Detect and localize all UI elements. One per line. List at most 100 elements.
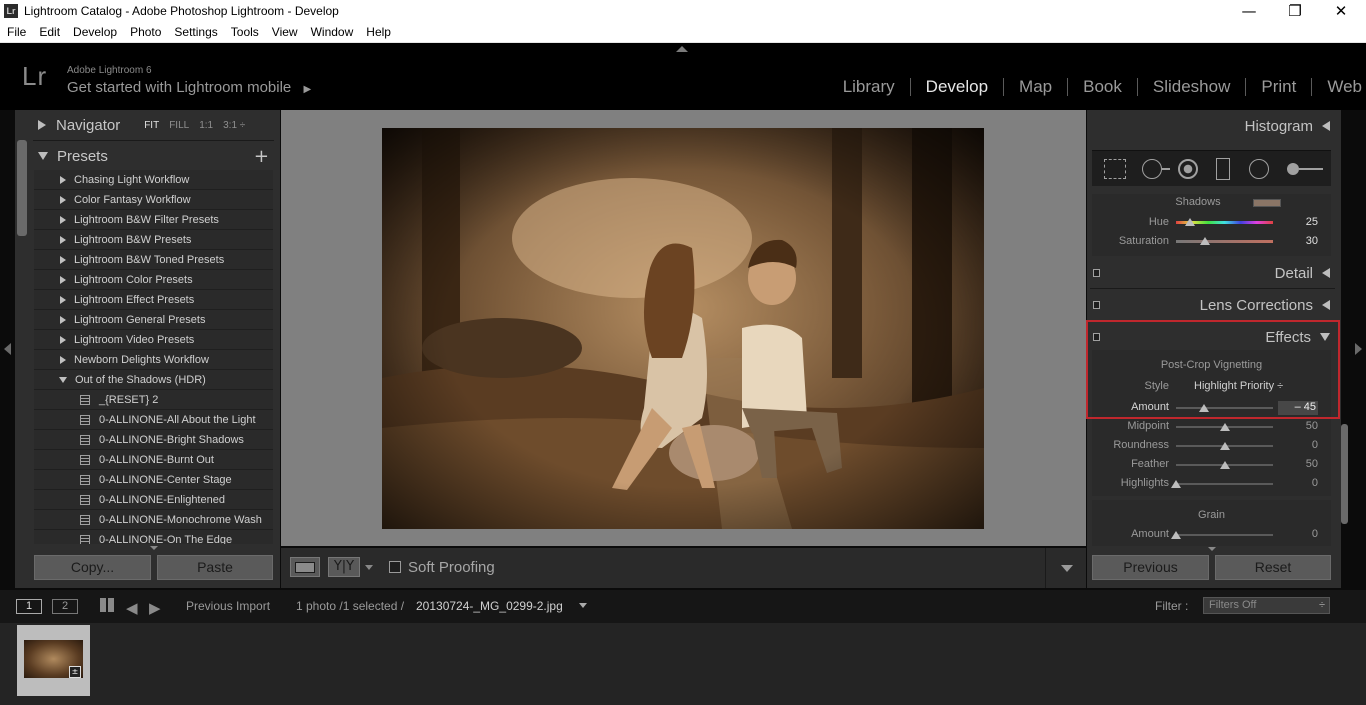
menu-help[interactable]: Help bbox=[359, 23, 397, 42]
zoom-1-1[interactable]: 1:1 bbox=[199, 120, 213, 131]
paste-button[interactable]: Paste bbox=[157, 555, 273, 580]
toolbar-menu-icon[interactable] bbox=[1061, 565, 1073, 572]
panel-toggle-switch[interactable] bbox=[1093, 269, 1100, 277]
roundness-slider-thumb[interactable] bbox=[1219, 442, 1230, 450]
highlights-value[interactable]: 0 bbox=[1288, 477, 1318, 489]
saturation-value[interactable]: 30 bbox=[1288, 235, 1318, 247]
zoom-3-1[interactable]: 3:1 ÷ bbox=[223, 120, 245, 131]
module-develop[interactable]: Develop bbox=[911, 77, 1003, 97]
menu-view[interactable]: View bbox=[265, 23, 304, 42]
module-slideshow[interactable]: Slideshow bbox=[1138, 77, 1246, 97]
menu-tools[interactable]: Tools bbox=[224, 23, 265, 42]
shadow-color-swatch[interactable] bbox=[1253, 199, 1281, 207]
histogram-header[interactable]: Histogram bbox=[1090, 116, 1335, 136]
preset-item[interactable]: 0-ALLINONE-On The Edge bbox=[34, 530, 273, 544]
saturation-slider-thumb[interactable] bbox=[1200, 237, 1211, 245]
preset-item[interactable]: 0-ALLINONE-Enlightened bbox=[34, 490, 273, 510]
midpoint-slider-thumb[interactable] bbox=[1219, 423, 1230, 431]
zoom-fill[interactable]: FILL bbox=[169, 120, 189, 131]
source-label[interactable]: Previous Import bbox=[186, 599, 270, 613]
preset-folder[interactable]: Lightroom B&W Filter Presets bbox=[34, 210, 273, 230]
menu-photo[interactable]: Photo bbox=[123, 23, 167, 42]
module-book[interactable]: Book bbox=[1068, 77, 1137, 97]
filename[interactable]: 20130724-_MG_0299-2.jpg bbox=[416, 599, 563, 613]
preset-item[interactable]: 0-ALLINONE-Center Stage bbox=[34, 470, 273, 490]
grain-amount-slider-thumb[interactable] bbox=[1171, 531, 1181, 539]
adjustment-brush-icon[interactable] bbox=[1287, 163, 1299, 175]
module-library[interactable]: Library bbox=[828, 77, 910, 97]
module-print[interactable]: Print bbox=[1246, 77, 1311, 97]
mobile-prompt[interactable]: Get started with Lightroom mobile ▶ bbox=[67, 79, 311, 96]
preset-folder[interactable]: Lightroom Color Presets bbox=[34, 270, 273, 290]
previous-button[interactable]: Previous bbox=[1092, 555, 1209, 580]
preset-folder[interactable]: Chasing Light Workflow bbox=[34, 170, 273, 190]
secondary-window-button[interactable]: 2 bbox=[52, 599, 78, 614]
menu-file[interactable]: File bbox=[0, 23, 32, 42]
preset-folder[interactable]: Lightroom Video Presets bbox=[34, 330, 273, 350]
close-button[interactable]: ✕ bbox=[1318, 0, 1364, 23]
collapse-left-icon[interactable] bbox=[4, 343, 11, 355]
highlights-slider-thumb[interactable] bbox=[1171, 480, 1181, 488]
grid-view-icon[interactable] bbox=[100, 598, 114, 612]
forward-arrow-icon[interactable]: ▶ bbox=[149, 599, 161, 617]
navigator-header[interactable]: Navigator FIT FILL 1:1 3:1 ÷ bbox=[38, 116, 274, 134]
zoom-fit[interactable]: FIT bbox=[144, 120, 159, 131]
copy-button[interactable]: Copy... bbox=[34, 555, 151, 580]
collapse-right-icon[interactable] bbox=[1355, 343, 1362, 355]
filter-select[interactable]: Filters Off ÷ bbox=[1203, 597, 1330, 614]
feather-value[interactable]: 50 bbox=[1288, 458, 1318, 470]
preset-folder[interactable]: Lightroom B&W Presets bbox=[34, 230, 273, 250]
presets-header[interactable]: Presets + bbox=[38, 146, 274, 167]
preset-item[interactable]: 0-ALLINONE-Bright Shadows bbox=[34, 430, 273, 450]
preset-folder[interactable]: Color Fantasy Workflow bbox=[34, 190, 273, 210]
preset-item[interactable]: 0-ALLINONE-All About the Light bbox=[34, 410, 273, 430]
photo-preview[interactable] bbox=[382, 128, 984, 529]
module-web[interactable]: Web bbox=[1312, 77, 1362, 97]
hue-slider-thumb[interactable] bbox=[1184, 218, 1195, 226]
graduated-filter-icon[interactable] bbox=[1216, 158, 1230, 180]
add-preset-icon[interactable]: + bbox=[254, 146, 269, 167]
preset-item[interactable]: 0-ALLINONE-Monochrome Wash bbox=[34, 510, 273, 530]
highlights-slider-track[interactable] bbox=[1176, 483, 1273, 485]
collapse-top-icon[interactable] bbox=[676, 46, 688, 52]
saturation-slider-track[interactable] bbox=[1176, 240, 1273, 243]
detail-header[interactable]: Detail bbox=[1090, 262, 1335, 284]
before-after-button[interactable]: Y|Y bbox=[328, 557, 360, 577]
preset-item[interactable]: 0-ALLINONE-Burnt Out bbox=[34, 450, 273, 470]
preset-item[interactable]: _{RESET} 2 bbox=[34, 390, 273, 410]
menu-settings[interactable]: Settings bbox=[167, 23, 223, 42]
right-scrollbar[interactable] bbox=[1341, 424, 1348, 524]
spot-removal-icon[interactable] bbox=[1142, 159, 1162, 179]
menu-window[interactable]: Window bbox=[304, 23, 360, 42]
left-scrollbar[interactable] bbox=[17, 140, 27, 236]
restore-button[interactable]: ❐ bbox=[1272, 0, 1318, 23]
reset-button[interactable]: Reset bbox=[1215, 555, 1331, 580]
panel-toggle-switch[interactable] bbox=[1093, 301, 1100, 309]
grain-amount-slider-track[interactable] bbox=[1176, 534, 1273, 536]
midpoint-value[interactable]: 50 bbox=[1288, 420, 1318, 432]
preset-folder[interactable]: Lightroom General Presets bbox=[34, 310, 273, 330]
soft-proofing-checkbox[interactable] bbox=[389, 561, 401, 573]
loupe-view-button[interactable] bbox=[290, 557, 320, 577]
module-map[interactable]: Map bbox=[1004, 77, 1067, 97]
menu-develop[interactable]: Develop bbox=[66, 23, 123, 42]
menu-edit[interactable]: Edit bbox=[32, 23, 66, 42]
filmstrip-thumbnail-cell[interactable]: ± bbox=[17, 625, 90, 696]
preset-folder[interactable]: Newborn Delights Workflow bbox=[34, 350, 273, 370]
lens-corrections-header[interactable]: Lens Corrections bbox=[1090, 294, 1335, 316]
red-eye-icon[interactable] bbox=[1178, 159, 1198, 179]
crop-overlay-icon[interactable] bbox=[1104, 159, 1126, 179]
main-window-button[interactable]: 1 bbox=[16, 599, 42, 614]
roundness-value[interactable]: 0 bbox=[1288, 439, 1318, 451]
minimize-button[interactable]: — bbox=[1226, 0, 1272, 23]
preset-folder-open[interactable]: Out of the Shadows (HDR) bbox=[34, 370, 273, 390]
radial-filter-icon[interactable] bbox=[1249, 159, 1269, 179]
preset-folder[interactable]: Lightroom B&W Toned Presets bbox=[34, 250, 273, 270]
grain-amount-value[interactable]: 0 bbox=[1288, 528, 1318, 540]
chevron-down-icon[interactable] bbox=[365, 565, 373, 570]
chevron-down-icon[interactable] bbox=[579, 603, 587, 608]
hue-value[interactable]: 25 bbox=[1288, 216, 1318, 228]
feather-slider-thumb[interactable] bbox=[1219, 461, 1230, 469]
preset-folder[interactable]: Lightroom Effect Presets bbox=[34, 290, 273, 310]
back-arrow-icon[interactable]: ◀ bbox=[126, 599, 138, 617]
